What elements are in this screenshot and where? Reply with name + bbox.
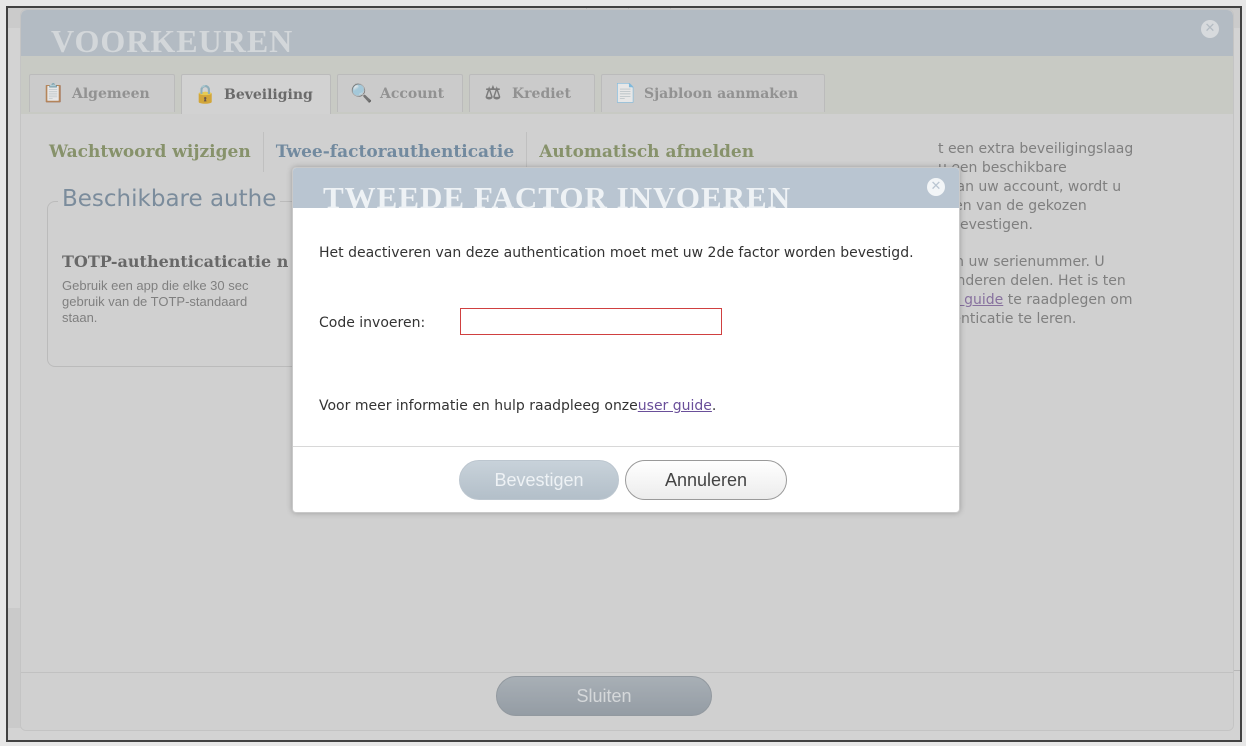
dialog-title: TWEEDE FACTOR INVOEREN	[323, 180, 792, 215]
code-label: Code invoeren:	[319, 315, 426, 331]
annuleren-button[interactable]: Annuleren	[625, 460, 787, 500]
bevestigen-button[interactable]: Bevestigen	[459, 460, 619, 500]
help-suffix: .	[711, 398, 717, 414]
dialog-message: Het deactiveren van deze authentication …	[319, 245, 914, 261]
code-input[interactable]	[460, 308, 722, 335]
dialog-header: TWEEDE FACTOR INVOEREN ✕	[293, 168, 959, 215]
second-factor-dialog: TWEEDE FACTOR INVOEREN ✕ Het deactiveren…	[292, 167, 960, 513]
help-text: Voor meer informatie en hulp raadpleeg o…	[319, 398, 716, 414]
help-prefix: Voor meer informatie en hulp raadpleeg o…	[319, 398, 638, 414]
close-icon[interactable]: ✕	[927, 178, 945, 196]
user-guide-link[interactable]: user guide	[638, 398, 712, 414]
